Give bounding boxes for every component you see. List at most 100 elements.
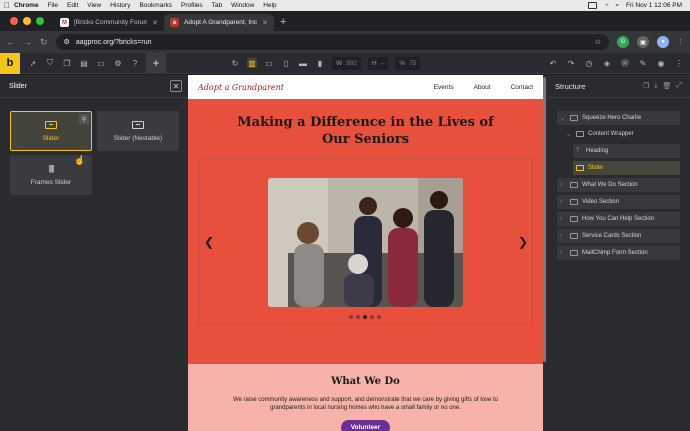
cursor-icon[interactable]: ➚	[28, 58, 38, 68]
close-tab-icon[interactable]: ✕	[262, 19, 268, 27]
bricks-logo-button[interactable]: b	[0, 52, 20, 74]
tablet-landscape-icon[interactable]: ▭	[264, 58, 274, 68]
layers-icon[interactable]: ◈	[602, 58, 612, 68]
settings-icon[interactable]: ⚙	[113, 58, 123, 68]
site-info-icon[interactable]: ⚙	[64, 38, 70, 46]
history-icon[interactable]: ◷	[584, 58, 594, 68]
slider-dot[interactable]	[370, 315, 374, 319]
desktop-breakpoint-icon[interactable]: ▥	[247, 58, 257, 68]
back-icon[interactable]: ←	[6, 37, 15, 47]
menu-tab[interactable]: Tab	[212, 2, 222, 9]
new-tab-icon[interactable]: +	[274, 16, 292, 31]
extension-icon[interactable]: G	[617, 36, 629, 48]
volunteer-button[interactable]: Volunteer	[340, 420, 391, 431]
structure-node[interactable]: ⌄ Content Wrapper	[557, 127, 680, 141]
more-icon[interactable]: ⋮	[674, 58, 684, 68]
element-slider-nestable[interactable]: Slider (Nestable)	[97, 111, 179, 151]
menu-bookmarks[interactable]: Bookmarks	[139, 2, 172, 9]
pin-icon[interactable]: ⚲	[79, 114, 89, 124]
menu-edit[interactable]: Edit	[67, 2, 78, 9]
help-icon[interactable]: ?	[130, 58, 140, 68]
menu-help[interactable]: Help	[263, 2, 276, 9]
download-icon[interactable]: ⤓	[654, 82, 657, 90]
site-logo[interactable]: Adopt a Grandparent	[198, 83, 284, 92]
slider-dot[interactable]	[356, 315, 360, 319]
element-slider[interactable]: ⚲ Slider	[10, 111, 92, 151]
close-window-button[interactable]	[10, 17, 18, 25]
slider-dot[interactable]	[349, 315, 353, 319]
chevron-down-icon[interactable]: ⌄	[560, 115, 566, 122]
mobile-portrait-icon[interactable]: ▮	[315, 58, 325, 68]
structure-node[interactable]: › What We Do Section	[557, 178, 680, 192]
section-text[interactable]: We raise community awareness and support…	[228, 396, 503, 412]
element-search-input[interactable]: Slider	[9, 83, 170, 90]
builder-canvas[interactable]: Adopt a Grandparent Events About Contact…	[188, 75, 543, 431]
profile-avatar[interactable]: ●	[657, 36, 669, 48]
redo-icon[interactable]: ↷	[566, 58, 576, 68]
tablet-portrait-icon[interactable]: ▯	[281, 58, 291, 68]
structure-node[interactable]: › Service Cards Section	[557, 229, 680, 243]
bookmark-star-icon[interactable]: ☆	[595, 38, 601, 46]
copy-icon[interactable]: ❐	[643, 82, 649, 90]
chevron-down-icon[interactable]: ⌄	[566, 131, 572, 138]
nav-link-events[interactable]: Events	[434, 84, 454, 91]
chevron-right-icon[interactable]: ›	[560, 216, 566, 222]
zoom-field[interactable]: % 75	[395, 56, 421, 70]
nav-link-about[interactable]: About	[474, 84, 491, 91]
chevron-right-icon[interactable]: ›	[560, 250, 566, 256]
menu-history[interactable]: History	[110, 2, 130, 9]
maximize-window-button[interactable]	[36, 17, 44, 25]
template-icon[interactable]: ▤	[79, 58, 89, 68]
reload-icon[interactable]: ↻	[40, 37, 48, 48]
menu-window[interactable]: Window	[231, 2, 254, 9]
add-element-button[interactable]: +	[146, 52, 166, 74]
hero-heading[interactable]: Making a Difference in the Lives of Our …	[188, 114, 543, 148]
mobile-landscape-icon[interactable]: ▬	[298, 58, 308, 68]
slider-dot-active[interactable]	[363, 315, 367, 319]
slider-prev-icon[interactable]: ❮	[204, 235, 214, 249]
chevron-right-icon[interactable]: ›	[560, 233, 566, 239]
nav-link-contact[interactable]: Contact	[511, 84, 533, 91]
preview-eye-icon[interactable]: ◉	[656, 58, 666, 68]
search-icon[interactable]: ⌕	[615, 2, 619, 10]
wifi-icon[interactable]: ◔	[604, 2, 608, 9]
expand-icon[interactable]: ⤢	[676, 82, 682, 90]
structure-node[interactable]: T Heading	[573, 144, 680, 158]
menu-profiles[interactable]: Profiles	[181, 2, 203, 9]
chevron-right-icon[interactable]: ›	[560, 182, 566, 188]
section-heading[interactable]: What We Do	[188, 376, 543, 387]
folder-icon[interactable]: ▭	[96, 58, 106, 68]
extension-icon[interactable]: ▣	[637, 36, 649, 48]
close-tab-icon[interactable]: ✕	[152, 19, 158, 27]
pages-icon[interactable]: ❐	[62, 58, 72, 68]
menu-file[interactable]: File	[48, 2, 58, 9]
slider-dot[interactable]	[377, 315, 381, 319]
browser-menu-icon[interactable]: ⋮	[677, 38, 684, 46]
height-field[interactable]: H –	[368, 56, 389, 70]
structure-node[interactable]: › MailChimp Form Section	[557, 246, 680, 260]
structure-node[interactable]: ⌄ Squeeze Hero Charlie	[557, 111, 680, 125]
slider-next-icon[interactable]: ❯	[518, 235, 528, 249]
refresh-icon[interactable]: ↻	[230, 58, 240, 68]
url-input[interactable]: ⚙ aagproc.org/?bricks=run ☆	[55, 34, 609, 50]
clear-search-icon[interactable]: ✕	[170, 80, 182, 92]
browser-tab-active[interactable]: a Adopt A Grandparent, Inc. – B ✕	[164, 14, 274, 31]
minimize-window-button[interactable]	[23, 17, 31, 25]
edit-icon[interactable]: ✎	[638, 58, 648, 68]
menu-view[interactable]: View	[87, 2, 101, 9]
structure-node[interactable]: › How You Can Help Section	[557, 212, 680, 226]
undo-icon[interactable]: ↶	[548, 58, 558, 68]
structure-node-selected[interactable]: Slider	[573, 161, 680, 175]
width-field[interactable]: W 992	[332, 56, 361, 70]
chevron-right-icon[interactable]: ›	[560, 199, 566, 205]
battery-icon[interactable]	[588, 2, 598, 9]
scrollbar-thumb[interactable]	[543, 77, 546, 362]
wordpress-icon[interactable]: Ⓦ	[620, 58, 630, 68]
forward-icon[interactable]: →	[23, 37, 32, 47]
menu-app[interactable]: Chrome	[14, 2, 39, 9]
shield-icon[interactable]: ⛉	[45, 58, 55, 68]
delete-icon[interactable]: 🗑	[663, 82, 672, 90]
browser-tab[interactable]: M [Bricks Community Forum] [B ✕	[54, 14, 164, 31]
structure-node[interactable]: › Video Section	[557, 195, 680, 209]
clock[interactable]: Fri Nov 1 12:06 PM	[626, 2, 682, 9]
